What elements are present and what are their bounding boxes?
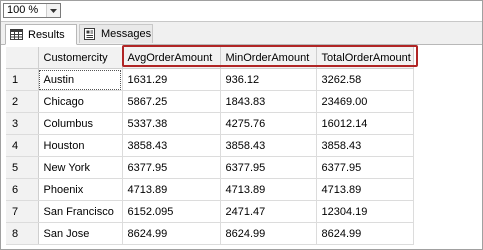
column-header[interactable]: AvgOrderAmount xyxy=(122,47,221,69)
column-header[interactable]: Customercity xyxy=(38,47,123,69)
table-cell[interactable]: 16012.14 xyxy=(316,112,414,135)
results-tabstrip: Results Messages xyxy=(1,22,482,45)
table-cell[interactable]: 5867.25 xyxy=(122,90,221,113)
tab-messages[interactable]: Messages xyxy=(79,24,153,43)
table-cell[interactable]: Austin xyxy=(38,68,123,91)
table-cell[interactable]: 4713.89 xyxy=(316,178,414,201)
column-header[interactable]: MinOrderAmount xyxy=(220,47,317,69)
row-number[interactable]: 4 xyxy=(6,134,39,157)
results-grid[interactable]: Customercity AvgOrderAmount MinOrderAmou… xyxy=(6,47,414,245)
grid-icon xyxy=(10,29,23,40)
table-cell[interactable]: 2471.47 xyxy=(220,200,317,223)
row-number[interactable]: 3 xyxy=(6,112,39,135)
table-cell[interactable]: 3858.43 xyxy=(316,134,414,157)
messages-icon xyxy=(84,28,96,40)
row-number[interactable]: 5 xyxy=(6,156,39,179)
row-number[interactable]: 8 xyxy=(6,222,39,245)
grid-header-row: Customercity AvgOrderAmount MinOrderAmou… xyxy=(6,47,414,69)
table-cell[interactable]: Chicago xyxy=(38,90,123,113)
table-cell[interactable]: 4713.89 xyxy=(122,178,221,201)
chevron-down-icon[interactable] xyxy=(46,4,60,17)
table-cell[interactable]: 6152.095 xyxy=(122,200,221,223)
zoom-value: 100 % xyxy=(7,4,39,16)
table-cell[interactable]: 8624.99 xyxy=(122,222,221,245)
table-row[interactable]: 1 Austin 1631.29 936.12 3262.58 xyxy=(6,68,414,91)
row-number[interactable]: 2 xyxy=(6,90,39,113)
table-cell[interactable]: 3858.43 xyxy=(122,134,221,157)
table-cell[interactable]: San Jose xyxy=(38,222,123,245)
table-cell[interactable]: 8624.99 xyxy=(316,222,414,245)
column-header[interactable]: TotalOrderAmount xyxy=(316,47,414,69)
table-row[interactable]: 4 Houston 3858.43 3858.43 3858.43 xyxy=(6,134,414,157)
table-row[interactable]: 6 Phoenix 4713.89 4713.89 4713.89 xyxy=(6,178,414,201)
tab-results-label: Results xyxy=(28,28,65,41)
table-cell[interactable]: Houston xyxy=(38,134,123,157)
table-cell[interactable]: 6377.95 xyxy=(316,156,414,179)
table-cell[interactable]: Columbus xyxy=(38,112,123,135)
table-cell[interactable]: 6377.95 xyxy=(122,156,221,179)
tab-results[interactable]: Results xyxy=(5,24,77,45)
table-cell[interactable]: Phoenix xyxy=(38,178,123,201)
table-row[interactable]: 5 New York 6377.95 6377.95 6377.95 xyxy=(6,156,414,179)
table-cell[interactable]: 23469.00 xyxy=(316,90,414,113)
zoom-select[interactable]: 100 % xyxy=(3,3,61,18)
table-row[interactable]: 2 Chicago 5867.25 1843.83 23469.00 xyxy=(6,90,414,113)
table-cell[interactable]: San Francisco xyxy=(38,200,123,223)
table-row[interactable]: 8 San Jose 8624.99 8624.99 8624.99 xyxy=(6,222,414,245)
table-cell[interactable]: 8624.99 xyxy=(220,222,317,245)
row-number[interactable]: 6 xyxy=(6,178,39,201)
table-cell[interactable]: 4713.89 xyxy=(220,178,317,201)
table-cell[interactable]: 12304.19 xyxy=(316,200,414,223)
row-number[interactable]: 1 xyxy=(6,68,39,91)
tab-messages-label: Messages xyxy=(101,28,152,40)
table-cell[interactable]: 5337.38 xyxy=(122,112,221,135)
table-cell[interactable]: 936.12 xyxy=(220,68,317,91)
table-row[interactable]: 3 Columbus 5337.38 4275.76 16012.14 xyxy=(6,112,414,135)
table-cell[interactable]: 3858.43 xyxy=(220,134,317,157)
table-cell[interactable]: New York xyxy=(38,156,123,179)
table-cell[interactable]: 4275.76 xyxy=(220,112,317,135)
table-cell[interactable]: 3262.58 xyxy=(316,68,414,91)
table-row[interactable]: 7 San Francisco 6152.095 2471.47 12304.1… xyxy=(6,200,414,223)
table-cell[interactable]: 1631.29 xyxy=(122,68,221,91)
results-window: 100 % Results Messages Customercity AvgO… xyxy=(0,0,483,250)
row-number-header[interactable] xyxy=(6,47,39,69)
table-cell[interactable]: 1843.83 xyxy=(220,90,317,113)
row-number[interactable]: 7 xyxy=(6,200,39,223)
table-cell[interactable]: 6377.95 xyxy=(220,156,317,179)
